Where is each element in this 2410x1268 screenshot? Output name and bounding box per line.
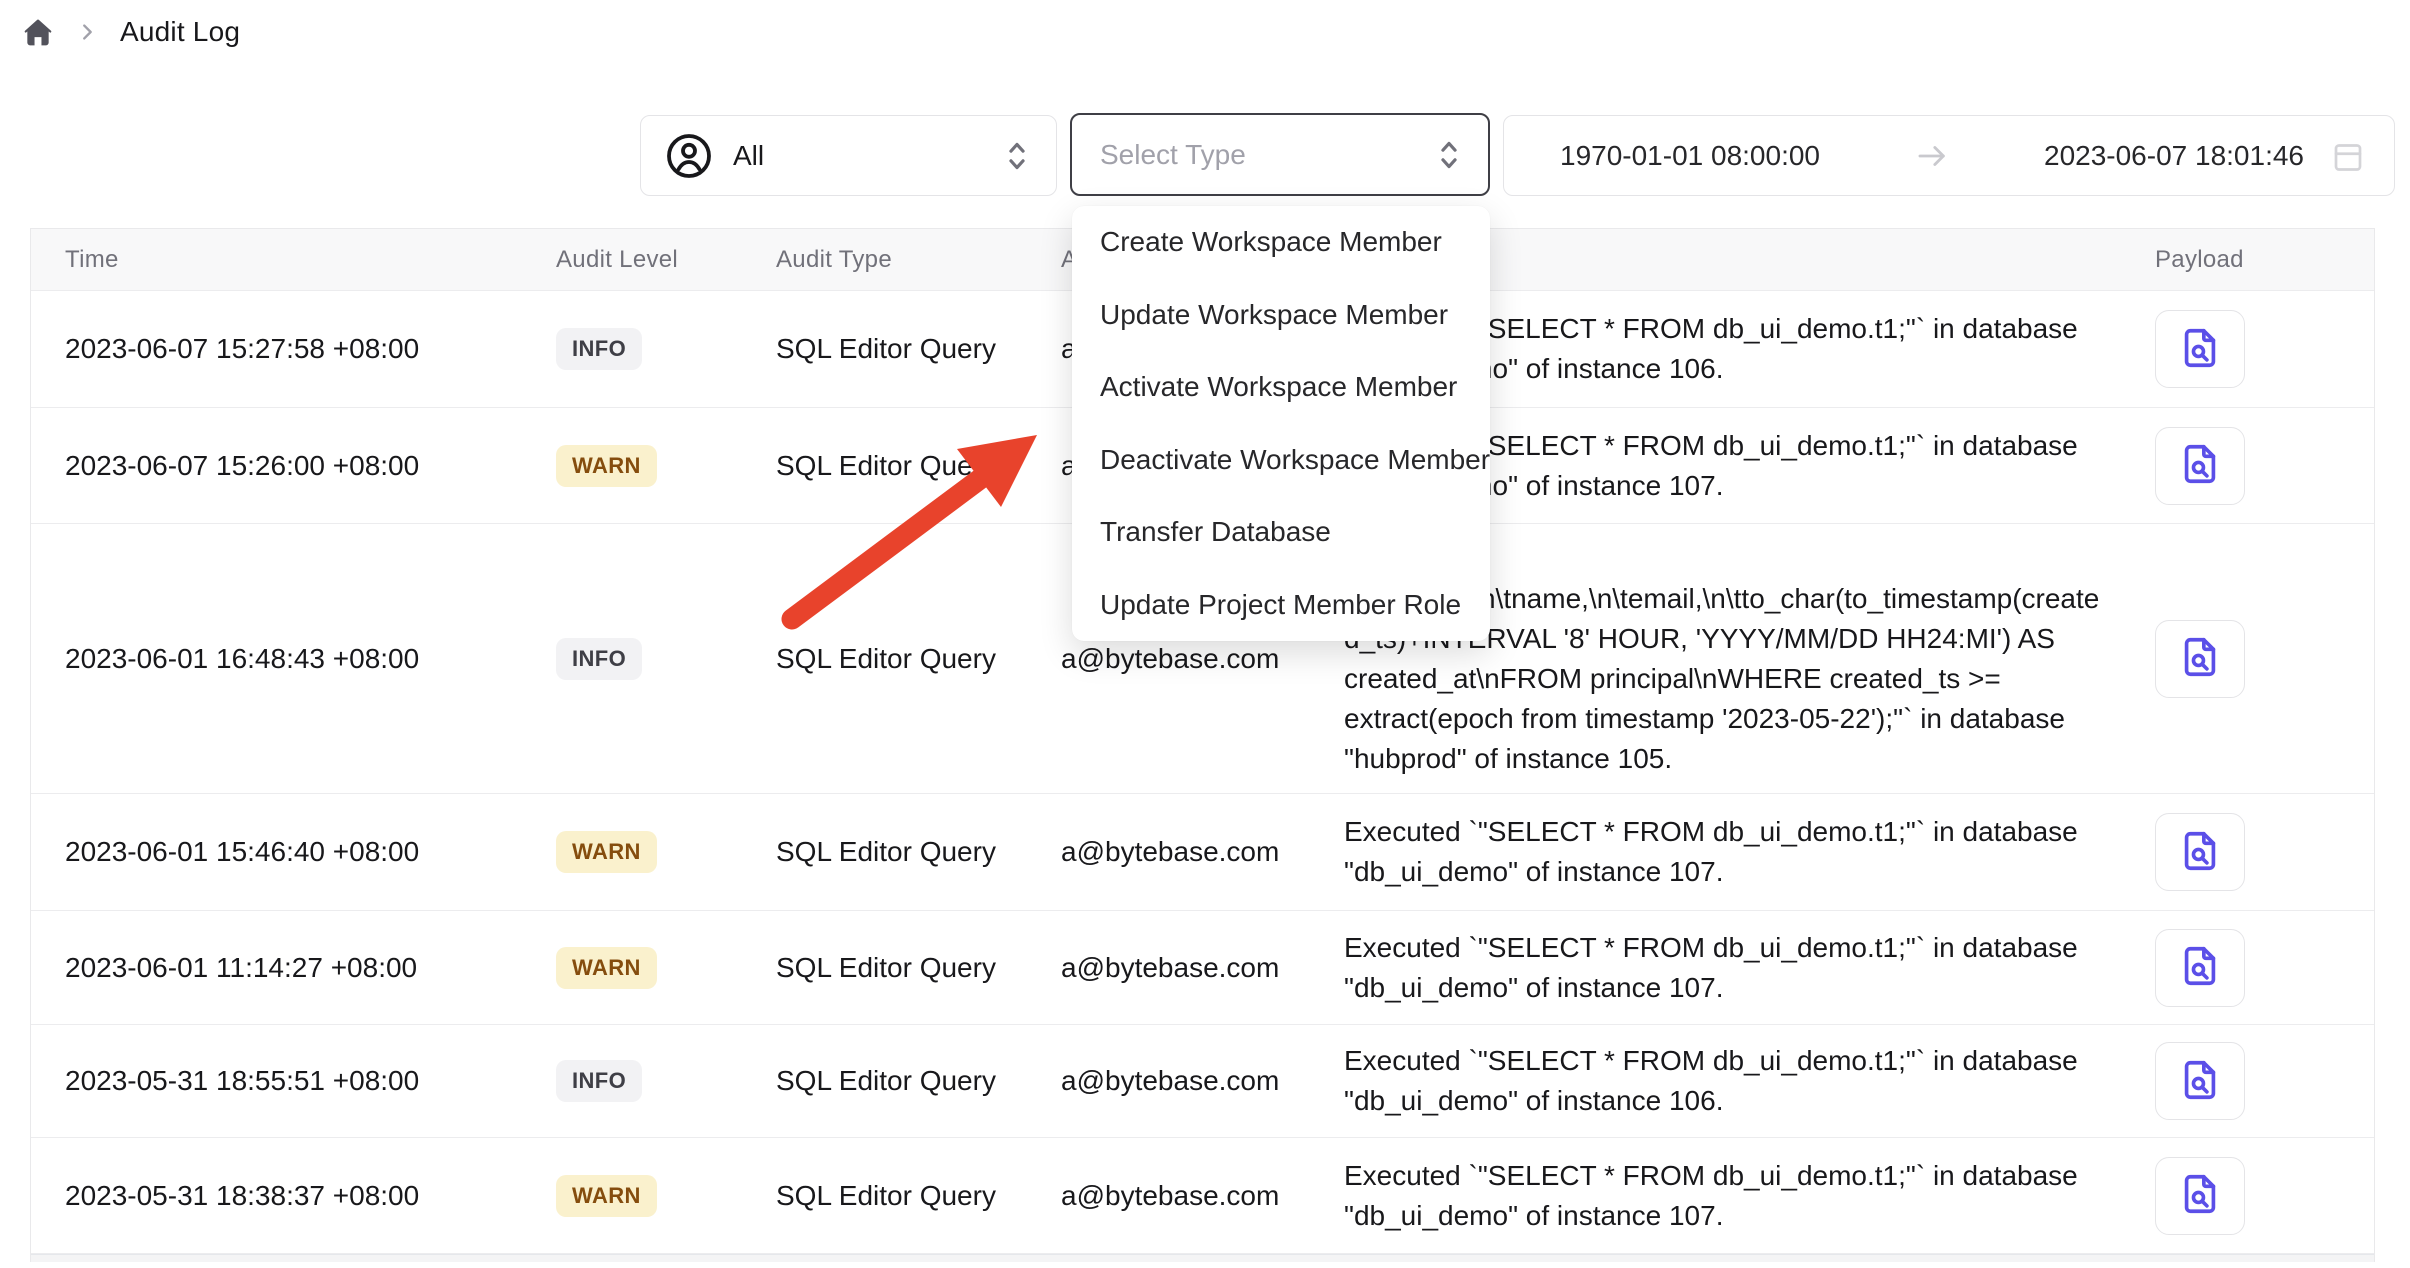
- type-dropdown-option[interactable]: Activate Workspace Member: [1072, 351, 1490, 424]
- date-range-end: 2023-06-07 18:01:46: [2044, 140, 2304, 172]
- cell-comment: Executed `"SELECT * FROM db_ui_demo.t1;"…: [1344, 928, 2125, 1008]
- type-filter-select[interactable]: Select Type: [1070, 113, 1490, 196]
- cell-time: 2023-06-01 11:14:27 +08:00: [65, 952, 556, 984]
- cell-audit-type: SQL Editor Query: [776, 1180, 1061, 1212]
- table-row: 2023-05-31 18:38:37 +08:00 WARN SQL Edit…: [31, 1138, 2374, 1254]
- audit-log-page: Audit Log All Select Type 1970-01-01 08:…: [0, 0, 2410, 1268]
- type-dropdown-menu: Create Workspace Member Update Workspace…: [1072, 206, 1490, 641]
- table-row: 2023-05-31 18:55:51 +08:00 INFO SQL Edit…: [31, 1025, 2374, 1138]
- actor-filter-value: All: [733, 140, 982, 172]
- payload-view-button[interactable]: [2155, 310, 2245, 388]
- level-badge: WARN: [556, 947, 657, 989]
- cell-actor: a@bytebase.com: [1061, 952, 1344, 984]
- column-header-time: Time: [65, 246, 556, 274]
- arrow-right-icon: [1915, 139, 1949, 173]
- file-search-icon: [2177, 828, 2223, 877]
- type-filter-placeholder: Select Type: [1100, 139, 1434, 171]
- cell-time: 2023-06-07 15:26:00 +08:00: [65, 450, 556, 482]
- chevron-right-icon: [76, 21, 98, 43]
- cell-audit-type: SQL Editor Query: [776, 1065, 1061, 1097]
- file-search-icon: [2177, 325, 2223, 374]
- type-dropdown-option[interactable]: Create Workspace Member: [1072, 206, 1490, 279]
- file-search-icon: [2177, 441, 2223, 490]
- level-badge: WARN: [556, 445, 657, 487]
- home-icon[interactable]: [22, 16, 54, 48]
- type-dropdown-option[interactable]: Deactivate Workspace Member: [1072, 424, 1490, 497]
- cell-time: 2023-06-07 15:27:58 +08:00: [65, 333, 556, 365]
- chevron-updown-icon: [1002, 139, 1032, 173]
- cell-time: 2023-05-31 18:55:51 +08:00: [65, 1065, 556, 1097]
- breadcrumb: Audit Log: [22, 16, 240, 48]
- level-badge: INFO: [556, 1060, 642, 1102]
- payload-view-button[interactable]: [2155, 813, 2245, 891]
- table-row: 2023-06-01 15:46:40 +08:00 WARN SQL Edit…: [31, 794, 2374, 911]
- cell-audit-type: SQL Editor Query: [776, 952, 1061, 984]
- date-range-start: 1970-01-01 08:00:00: [1560, 140, 1820, 172]
- actor-filter-select[interactable]: All: [640, 115, 1057, 196]
- file-search-icon: [2177, 1171, 2223, 1220]
- cell-comment: Executed `"SELECT * FROM db_ui_demo.t1;"…: [1344, 812, 2125, 892]
- type-dropdown-option[interactable]: Update Project Member Role: [1072, 569, 1490, 642]
- cell-time: 2023-06-01 15:46:40 +08:00: [65, 836, 556, 868]
- table-row: 2023-06-01 11:14:27 +08:00 WARN SQL Edit…: [31, 911, 2374, 1025]
- cell-actor: a@bytebase.com: [1061, 836, 1344, 868]
- type-dropdown-option[interactable]: Update Workspace Member: [1072, 279, 1490, 352]
- cell-comment: Executed `"SELECT * FROM db_ui_demo.t1;"…: [1344, 1156, 2125, 1236]
- level-badge: WARN: [556, 1175, 657, 1217]
- cell-time: 2023-06-01 16:48:43 +08:00: [65, 643, 556, 675]
- file-search-icon: [2177, 943, 2223, 992]
- level-badge: WARN: [556, 831, 657, 873]
- cell-time: 2023-05-31 18:38:37 +08:00: [65, 1180, 556, 1212]
- level-badge: INFO: [556, 328, 642, 370]
- cell-actor: a@bytebase.com: [1061, 1180, 1344, 1212]
- user-circle-icon: [665, 132, 713, 180]
- payload-view-button[interactable]: [2155, 929, 2245, 1007]
- file-search-icon: [2177, 634, 2223, 683]
- payload-view-button[interactable]: [2155, 620, 2245, 698]
- column-header-audit-type: Audit Type: [776, 246, 1061, 274]
- column-header-payload: Payload: [2125, 246, 2374, 274]
- calendar-icon: [2330, 138, 2366, 174]
- cell-comment: Executed `"SELECT * FROM db_ui_demo.t1;"…: [1344, 1041, 2125, 1121]
- cell-actor: a@bytebase.com: [1061, 643, 1344, 675]
- cell-audit-type: SQL Editor Query: [776, 836, 1061, 868]
- file-search-icon: [2177, 1057, 2223, 1106]
- payload-view-button[interactable]: [2155, 1157, 2245, 1235]
- page-title: Audit Log: [120, 16, 240, 48]
- payload-view-button[interactable]: [2155, 427, 2245, 505]
- payload-view-button[interactable]: [2155, 1042, 2245, 1120]
- type-dropdown-option[interactable]: Transfer Database: [1072, 496, 1490, 569]
- chevron-updown-icon: [1434, 138, 1464, 172]
- level-badge: INFO: [556, 638, 642, 680]
- cell-audit-type: SQL Editor Query: [776, 333, 1061, 365]
- cell-actor: a@bytebase.com: [1061, 1065, 1344, 1097]
- partial-next-row: [31, 1254, 2374, 1262]
- date-range-picker[interactable]: 1970-01-01 08:00:00 2023-06-07 18:01:46: [1503, 115, 2395, 196]
- column-header-audit-level: Audit Level: [556, 246, 776, 274]
- cell-audit-type: SQL Editor Query: [776, 643, 1061, 675]
- cell-audit-type: SQL Editor Query: [776, 450, 1061, 482]
